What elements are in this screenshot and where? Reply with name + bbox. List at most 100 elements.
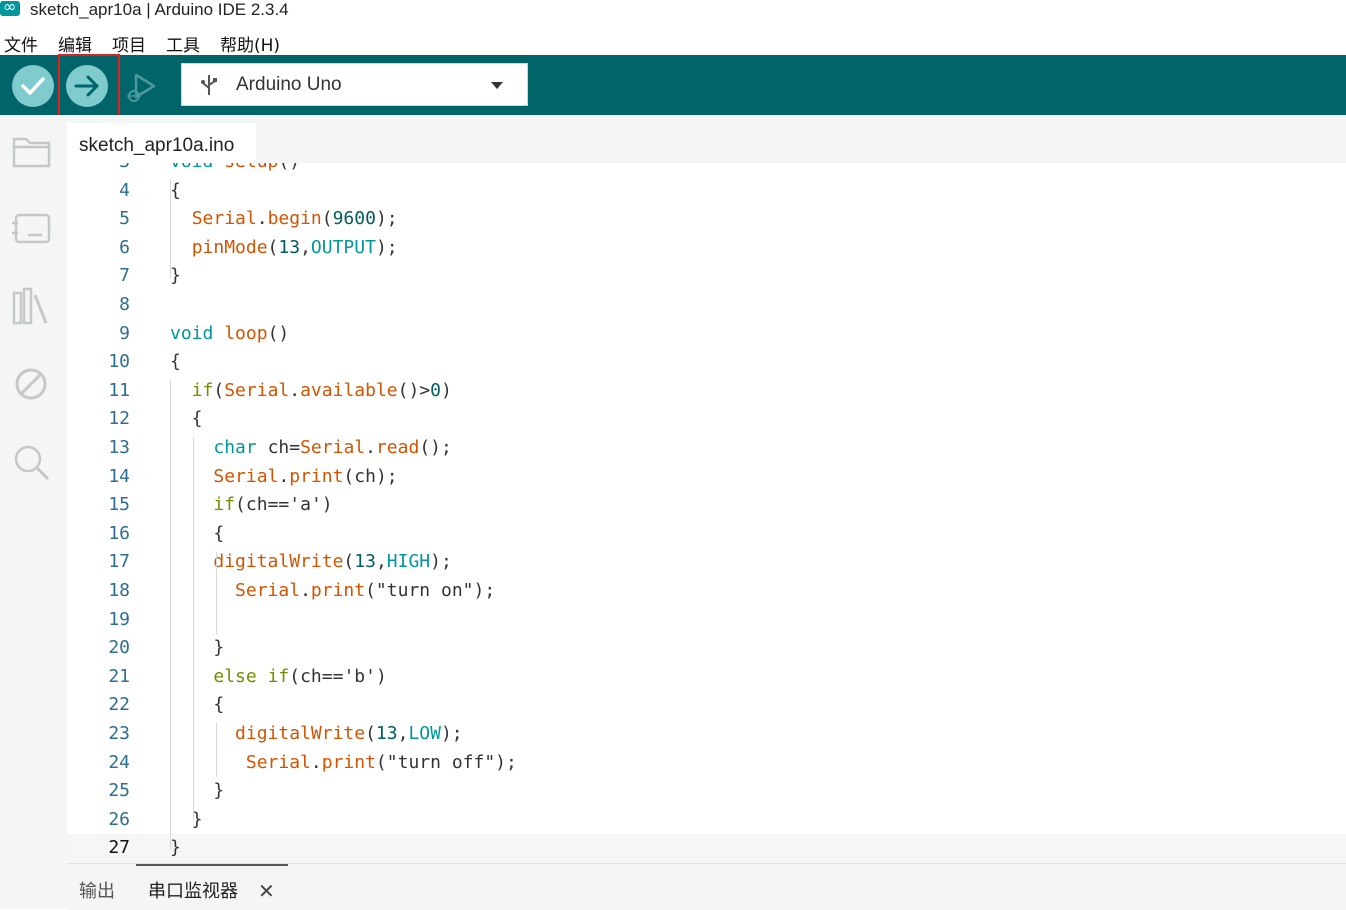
line-number: 5 — [119, 208, 130, 230]
code-text: } — [170, 637, 225, 659]
menu-file[interactable]: 文件 — [4, 31, 38, 56]
code-text: Serial.print("turn on"); — [235, 580, 496, 601]
indent-guide — [193, 437, 194, 820]
line-number: 23 — [108, 723, 130, 744]
debug-disabled-icon[interactable] — [12, 367, 52, 403]
line-number: 3 — [67, 163, 130, 172]
board-selector[interactable]: Arduino Uno — [181, 63, 528, 106]
code-line[interactable]: 27} — [67, 837, 1346, 863]
code-line[interactable]: 4{ — [67, 180, 1346, 208]
code-text: Serial.begin(9600); — [191, 208, 398, 230]
code-text: void setup() — [170, 163, 300, 172]
line-number: 10 — [108, 351, 130, 373]
code-line[interactable]: 17 digitalWrite(13,HIGH); — [67, 551, 1346, 579]
menu-bar: 文件 编辑 项目 工具 帮助(H) — [0, 26, 1346, 56]
library-icon[interactable] — [12, 287, 52, 327]
menu-edit[interactable]: 编辑 — [58, 31, 92, 56]
title-bar: sketch_apr10a | Arduino IDE 2.3.4 — [0, 0, 1346, 26]
line-number: 4 — [119, 179, 130, 201]
line-number: 25 — [108, 780, 130, 802]
code-line[interactable]: 6 pinMode(13,OUTPUT); — [67, 237, 1346, 265]
code-text: if(Serial.available()>0) — [191, 379, 452, 401]
menu-tools[interactable]: 工具 — [166, 31, 200, 56]
code-line[interactable]: 22 { — [67, 694, 1346, 722]
code-text: char ch=Serial.read(); — [213, 437, 452, 458]
code-line[interactable]: 14 Serial.print(ch); — [67, 466, 1346, 494]
code-line[interactable]: 3 void setup() — [67, 163, 1346, 179]
board-manager-icon[interactable] — [12, 211, 52, 247]
code-line[interactable]: 26 } — [67, 809, 1346, 837]
line-number: 15 — [108, 494, 130, 516]
menu-sketch[interactable]: 项目 — [112, 31, 146, 56]
code-text: digitalWrite(13,LOW); — [235, 723, 463, 744]
code-line[interactable]: 24 Serial.print("turn off"); — [67, 752, 1346, 780]
chevron-down-icon[interactable] — [491, 82, 503, 89]
code-line[interactable]: 16 { — [67, 523, 1346, 551]
code-text: digitalWrite(13,HIGH); — [213, 551, 452, 573]
code-text: else if(ch=='b') — [213, 665, 387, 687]
close-icon[interactable]: ✕ — [258, 879, 275, 903]
line-number: 18 — [108, 580, 130, 601]
code-text: } — [170, 837, 181, 859]
line-number: 17 — [108, 551, 130, 573]
line-number: 9 — [119, 322, 130, 344]
code-line[interactable]: 19 — [67, 609, 1346, 637]
code-line[interactable]: 11 if(Serial.available()>0) — [67, 380, 1346, 408]
window-title: sketch_apr10a | Arduino IDE 2.3.4 — [30, 0, 289, 19]
code-line[interactable]: 10 { — [67, 351, 1346, 379]
line-number: 12 — [108, 408, 130, 430]
indent-guide — [170, 180, 171, 278]
board-name: Arduino Uno — [236, 74, 342, 95]
code-line[interactable]: 25 } — [67, 780, 1346, 808]
indent-guide — [170, 380, 171, 849]
line-number: 14 — [108, 465, 130, 487]
line-number: 24 — [108, 751, 130, 773]
code-line[interactable]: 9 void loop() — [67, 323, 1346, 351]
line-number: 11 — [108, 379, 130, 401]
code-text: } — [170, 265, 181, 287]
usb-icon — [201, 75, 217, 95]
line-number: 19 — [108, 608, 130, 630]
code-text: pinMode(13,OUTPUT); — [191, 236, 398, 258]
code-editor[interactable]: 3void setup()4{5 Serial.begin(9600);6 pi… — [67, 163, 1346, 863]
code-line[interactable]: 5 Serial.begin(9600); — [67, 208, 1346, 236]
code-line[interactable]: 7} — [67, 265, 1346, 293]
bottom-panel: 输出 串口监视器 ✕ — [67, 863, 1346, 910]
code-line[interactable]: 15 if(ch=='a') — [67, 494, 1346, 522]
code-line[interactable]: 20 } — [67, 637, 1346, 665]
check-icon — [21, 77, 45, 95]
line-number: 13 — [108, 437, 130, 458]
tab-serial-monitor[interactable]: 串口监视器 — [148, 877, 238, 903]
tab-label: sketch_apr10a.ino — [79, 135, 235, 156]
code-line[interactable]: 13 char ch=Serial.read(); — [67, 437, 1346, 465]
line-number: 22 — [108, 694, 130, 716]
menu-help[interactable]: 帮助(H) — [220, 31, 280, 56]
line-number: 21 — [108, 665, 130, 687]
line-number: 16 — [108, 522, 130, 544]
debug-icon — [127, 73, 156, 102]
folder-icon[interactable] — [12, 133, 52, 169]
code-line[interactable]: 8 — [67, 294, 1346, 322]
code-text: void loop() — [170, 322, 290, 344]
code-line[interactable]: 21 else if(ch=='b') — [67, 666, 1346, 694]
line-number: 27 — [108, 837, 130, 859]
verify-button[interactable] — [12, 65, 54, 107]
sidebar — [0, 115, 67, 909]
tab-sketch-file[interactable]: sketch_apr10a.ino — [67, 123, 256, 163]
indent-guide — [216, 552, 217, 635]
code-text: if(ch=='a') — [213, 494, 333, 516]
code-text: { — [170, 694, 225, 716]
code-text: Serial.print("turn off"); — [245, 751, 517, 773]
arduino-logo-icon — [0, 0, 20, 16]
line-number: 8 — [119, 294, 130, 315]
code-text: { — [170, 179, 181, 201]
tab-output[interactable]: 输出 — [79, 877, 115, 903]
line-number: 20 — [108, 637, 130, 659]
code-line[interactable]: 23 digitalWrite(13,LOW); — [67, 723, 1346, 751]
search-icon[interactable] — [12, 443, 52, 481]
code-line[interactable]: 18 Serial.print("turn on"); — [67, 580, 1346, 608]
active-tab-indicator — [136, 864, 288, 866]
debug-button[interactable] — [120, 65, 162, 107]
code-line[interactable]: 12 { — [67, 408, 1346, 436]
line-number: 26 — [108, 808, 130, 830]
